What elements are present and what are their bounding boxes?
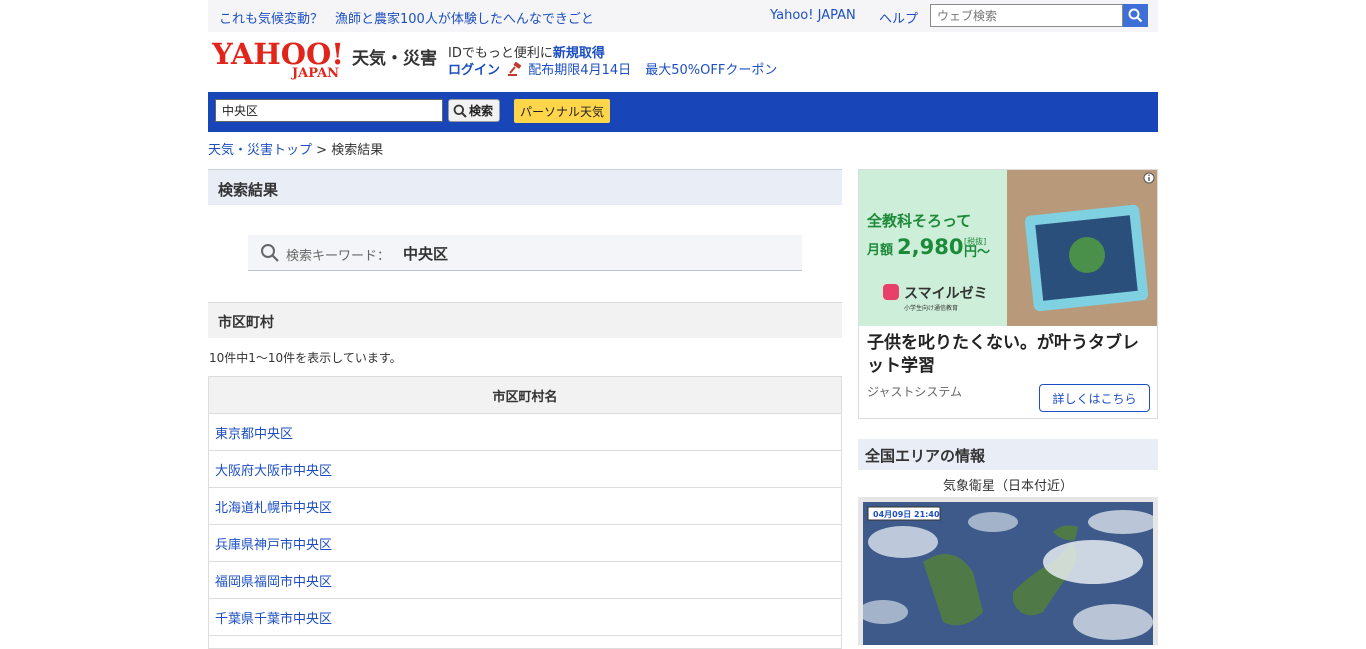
ad-headline2-prefix: 月額 (866, 242, 893, 258)
result-count: 10件中1〜10件を表示しています。 (209, 351, 402, 365)
search-icon (453, 104, 467, 118)
area-search-input[interactable] (215, 99, 443, 122)
table-row: 大阪府大阪市中央区 (208, 450, 842, 488)
table-row: 東京都中央区 (208, 413, 842, 451)
result-heading-text: 検索結果 (218, 181, 279, 199)
coupon-deadline[interactable]: 配布期限4月14日 (528, 63, 631, 78)
ad-price: 2,980 (897, 235, 963, 259)
ad-cta-button[interactable]: 詳しくはこちら (1039, 384, 1150, 412)
table-row: 千葉県千葉市中央区 (208, 598, 842, 636)
ad-image[interactable]: 全教科そろって 月額 2,980 [税抜] 円〜 スマイルゼミ 小学生向け通信教… (859, 170, 1157, 326)
table-row: 福岡県福岡市中央区 (208, 561, 842, 599)
breadcrumb: 天気・災害トップ > 検索結果 (208, 139, 383, 158)
ad-price-suffix: 円〜 (964, 245, 990, 260)
top-bar: これも気候変動？ 漁師と農家100人が体験したへんなできごと Yahoo! JA… (208, 0, 1158, 32)
satellite-label: 気象衛星（日本付近） (942, 479, 1073, 494)
area-search-bar: 検索 パーソナル天気 (208, 92, 1158, 132)
ad-headline1: 全教科そろって (866, 212, 971, 230)
climate-link[interactable]: これも気候変動？ (219, 8, 323, 27)
city-link[interactable]: 北海道札幌市中央区 (215, 501, 332, 516)
table-header: 市区町村名 (208, 376, 842, 414)
ad-brand: スマイルゼミ (904, 285, 988, 302)
city-link[interactable]: 千葉県千葉市中央区 (215, 612, 332, 627)
web-search-button[interactable] (1123, 4, 1148, 27)
yahoo-japan-link[interactable]: Yahoo! JAPAN (770, 8, 856, 23)
satellite-timestamp: 04月09日 21:40 (873, 510, 940, 519)
city-link[interactable]: 兵庫県神戸市中央区 (215, 538, 332, 553)
ad-info-icon[interactable] (1143, 172, 1155, 184)
login-coupon-row: ログイン 配布期限4月14日 最大50%OFFクーポン (448, 59, 777, 78)
search-icon (1128, 8, 1143, 23)
help-link[interactable]: ヘルプ (879, 8, 918, 27)
coupon-link[interactable]: 最大50%OFFクーポン (645, 63, 777, 78)
keyword-value: 中央区 (403, 245, 449, 263)
city-heading: 市区町村 (208, 302, 842, 338)
table-row: 兵庫県神戸市中央区 (208, 524, 842, 562)
satellite-image[interactable]: 04月09日 21:40 (863, 502, 1153, 645)
result-heading: 検索結果 (208, 169, 842, 205)
page: これも気候変動？ 漁師と農家100人が体験したへんなできごと Yahoo! JA… (208, 0, 1158, 649)
city-link[interactable]: 東京都中央区 (215, 427, 293, 442)
web-search-input[interactable] (930, 4, 1123, 27)
yahoo-japan-logo[interactable]: YAHOO! JAPAN (211, 37, 350, 82)
city-table: 市区町村名 東京都中央区 大阪府大阪市中央区 北海道札幌市中央区 兵庫県神戸市中… (208, 376, 842, 649)
city-link[interactable]: 大阪府大阪市中央区 (215, 464, 332, 479)
auction-gavel-icon (508, 61, 522, 76)
login-link[interactable]: ログイン (448, 63, 500, 78)
ad-brand-sub: 小学生向け通信教育 (904, 304, 958, 312)
search-button-label: 検索 (469, 104, 494, 118)
personal-weather-button[interactable]: パーソナル天気 (514, 99, 610, 123)
logo-sub-text: JAPAN (291, 66, 339, 81)
city-heading-text: 市区町村 (218, 315, 274, 331)
breadcrumb-separator: > (316, 143, 328, 158)
area-info-heading-text: 全国エリアの情報 (865, 447, 986, 465)
strange-events-link[interactable]: 漁師と農家100人が体験したへんなできごと (335, 8, 594, 27)
area-info-heading: 全国エリアの情報 (858, 439, 1158, 470)
keyword-label: 検索キーワード： (286, 249, 391, 264)
breadcrumb-current: 検索結果 (331, 143, 384, 158)
magnifier-icon (261, 244, 279, 262)
keyword-box: 検索キーワード： 中央区 (248, 235, 802, 271)
table-row (208, 635, 842, 649)
ad-banner[interactable]: 全教科そろって 月額 2,980 [税抜] 円〜 スマイルゼミ 小学生向け通信教… (858, 169, 1158, 419)
area-search-button[interactable]: 検索 (448, 99, 500, 122)
table-row: 北海道札幌市中央区 (208, 487, 842, 525)
section-title[interactable]: 天気・災害 (352, 44, 437, 69)
ad-title[interactable]: 子供を叱りたくない。が叶うタブレット学習 (867, 332, 1152, 378)
ad-sponsor: ジャストシステム (867, 385, 963, 399)
breadcrumb-top-link[interactable]: 天気・災害トップ (208, 143, 312, 158)
city-link[interactable]: 福岡県福岡市中央区 (215, 575, 332, 590)
satellite-frame: 04月09日 21:40 (858, 497, 1158, 645)
